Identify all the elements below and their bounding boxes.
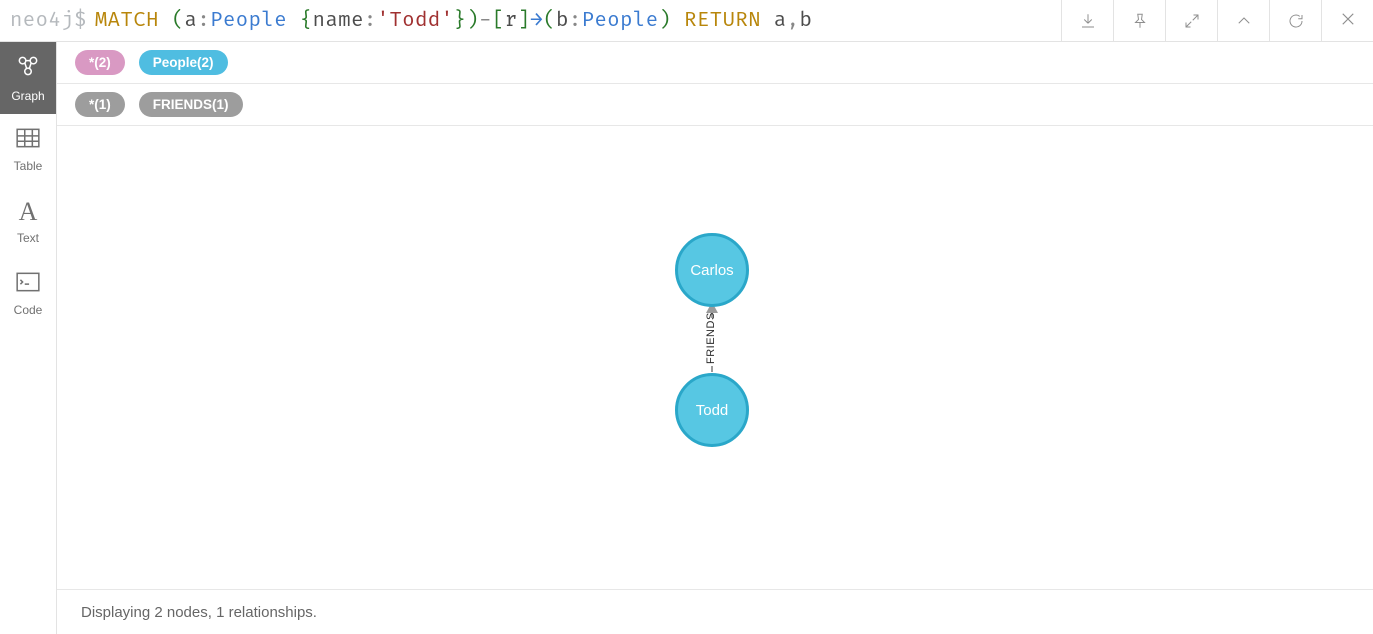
download-button[interactable] [1061, 0, 1113, 42]
var-b: b [556, 9, 569, 33]
tab-table[interactable]: Table [0, 114, 56, 186]
graph-canvas[interactable]: FRIENDS Carlos Todd [57, 126, 1373, 590]
tab-graph-label: Graph [11, 89, 44, 103]
node-label-people[interactable]: People(2) [139, 50, 228, 75]
paren: ( [543, 9, 556, 33]
header-actions [1061, 0, 1373, 41]
paren: ( [159, 9, 185, 33]
node-label-all[interactable]: *(2) [75, 50, 125, 75]
rel-labels-row: *(1) FRIENDS(1) [57, 84, 1373, 126]
expand-icon [1183, 12, 1201, 30]
query-header: neo4j$ MATCH (a:People {name:'Todd'})-[r… [0, 0, 1373, 42]
tab-table-label: Table [14, 159, 43, 173]
rerun-button[interactable] [1269, 0, 1321, 42]
tab-graph[interactable]: Graph [0, 42, 56, 114]
tab-code[interactable]: Code [0, 258, 56, 330]
label-people-a: People [210, 9, 287, 33]
tab-code-label: Code [14, 303, 43, 317]
pin-icon [1131, 12, 1149, 30]
close-icon [1339, 10, 1357, 28]
download-icon [1079, 12, 1097, 30]
colon: : [569, 9, 582, 33]
node-labels-row: *(2) People(2) [57, 42, 1373, 84]
ret-b: b [799, 9, 812, 33]
bracket-open: [ [492, 9, 505, 33]
rel-label-all[interactable]: *(1) [75, 92, 125, 117]
label-people-b: People [582, 9, 659, 33]
tab-text-label: Text [17, 231, 39, 245]
chevron-up-icon [1235, 12, 1253, 30]
colon: : [364, 9, 377, 33]
close-button[interactable] [1321, 0, 1373, 42]
edge-label[interactable]: FRIENDS [705, 312, 717, 364]
code-icon [15, 271, 41, 297]
status-bar: Displaying 2 nodes, 1 relationships. [57, 590, 1373, 634]
kw-return: RETURN [671, 9, 773, 33]
status-text: Displaying 2 nodes, 1 relationships. [81, 604, 317, 621]
var-a: a [185, 9, 198, 33]
view-sidebar: Graph Table A Text Code [0, 42, 57, 634]
val-todd: 'Todd' [377, 9, 454, 33]
text-icon: A [19, 199, 38, 225]
tab-text[interactable]: A Text [0, 186, 56, 258]
kw-match: MATCH [95, 9, 159, 33]
node-todd-label: Todd [696, 402, 729, 419]
collapse-button[interactable] [1217, 0, 1269, 42]
colon: : [197, 9, 210, 33]
brace-open: { [287, 9, 313, 33]
brace-close: } [454, 9, 467, 33]
expand-button[interactable] [1165, 0, 1217, 42]
key-name: name [313, 9, 364, 33]
node-carlos-label: Carlos [690, 262, 733, 279]
body: Graph Table A Text Code *(2) People(2) *… [0, 42, 1373, 634]
paren-close: ) [659, 9, 672, 33]
table-icon [15, 127, 41, 153]
rel-label-friends[interactable]: FRIENDS(1) [139, 92, 243, 117]
prompt-label: neo4j$ [0, 9, 95, 33]
main-panel: *(2) People(2) *(1) FRIENDS(1) FRIENDS C… [57, 42, 1373, 634]
node-todd[interactable]: Todd [675, 373, 749, 447]
graph-icon [15, 53, 41, 83]
paren-close: ) [466, 9, 479, 33]
dash: - [479, 9, 492, 33]
bracket-close: ] [518, 9, 531, 33]
ret-a: a [774, 9, 787, 33]
arrow: → [530, 9, 543, 33]
comma: , [787, 9, 800, 33]
refresh-icon [1287, 12, 1305, 30]
pin-button[interactable] [1113, 0, 1165, 42]
node-carlos[interactable]: Carlos [675, 233, 749, 307]
query-input[interactable]: MATCH (a:People {name:'Todd'})-[r]→(b:Pe… [95, 9, 1061, 33]
var-r: r [505, 9, 518, 33]
